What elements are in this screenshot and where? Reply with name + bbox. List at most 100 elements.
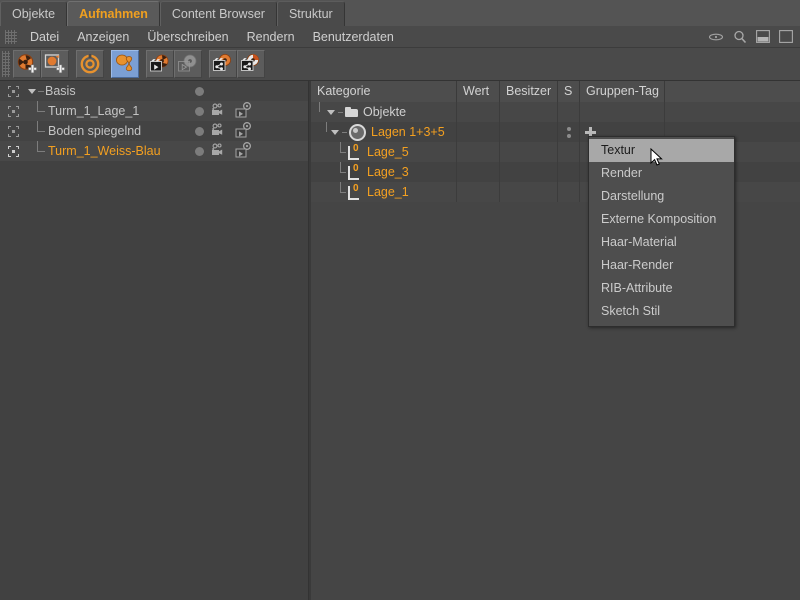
menu-item-rib-attribute[interactable]: RIB-Attribute [589, 277, 734, 300]
eye-icon[interactable] [708, 31, 724, 43]
take-row-icons [210, 141, 282, 161]
menu-item-render[interactable]: Render [589, 162, 734, 185]
overrides-row-kategorie-cell[interactable]: 0 Lage_1 [311, 182, 457, 202]
magnifier-icon[interactable] [733, 30, 747, 44]
overrides-row-label: Lagen 1+3+5 [371, 125, 445, 139]
circle-dot-icon [195, 87, 204, 96]
overrides-row-besitzer-cell[interactable] [500, 142, 558, 162]
toolbar-grip-handle[interactable] [2, 51, 10, 77]
render-settings-override-icon[interactable] [235, 122, 255, 141]
take-override-icon [349, 124, 366, 141]
menu-item-sketch-stil[interactable]: Sketch Stil [589, 300, 734, 323]
overrides-row-kategorie-cell[interactable]: Objekte [311, 102, 457, 122]
menu-bar: Datei Anzeigen Überschreiben Rendern Ben… [0, 26, 800, 48]
chevron-down-icon [28, 89, 36, 94]
overrides-row-wert-cell[interactable] [457, 102, 500, 122]
column-header-besitzer[interactable]: Besitzer [500, 81, 558, 102]
menu-item-textur[interactable]: Textur [589, 139, 734, 162]
take-render-icon-button[interactable] [146, 50, 174, 78]
menu-grip-handle[interactable] [5, 30, 17, 44]
take-active-dot[interactable] [186, 81, 212, 101]
overrides-row-kategorie-cell[interactable]: 0 Lage_5 [311, 142, 457, 162]
overrides-row-kategorie-cell[interactable]: 0 Lage_3 [311, 162, 457, 182]
expander-objekte[interactable] [325, 110, 336, 115]
add-render-setting-icon-button[interactable] [13, 50, 41, 78]
overrides-row-besitzer-cell[interactable] [500, 182, 558, 202]
tab-aufnahmen[interactable]: Aufnahmen [67, 1, 160, 26]
layer-zero-icon: 0 [348, 166, 362, 179]
overrides-row-s-cell[interactable] [558, 142, 580, 162]
overrides-row-objekte[interactable]: Objekte [311, 102, 800, 122]
take-marker-icon-cell[interactable] [0, 86, 26, 97]
takes-row-turm-1-weiss-blau[interactable]: Turm_1_Weiss-Blau [0, 141, 308, 161]
overrides-row-wert-cell[interactable] [457, 162, 500, 182]
tab-struktur[interactable]: Struktur [277, 1, 345, 26]
render-settings-override-icon[interactable] [235, 102, 255, 121]
menu-item-haar-render[interactable]: Haar-Render [589, 254, 734, 277]
take-share-icon-button[interactable] [209, 50, 237, 78]
toolbar-group-4 [146, 50, 202, 78]
override-group-icon-button[interactable] [111, 50, 139, 78]
take-active-dot[interactable] [186, 141, 212, 161]
overrides-row-wert-cell[interactable] [457, 182, 500, 202]
overrides-row-besitzer-cell[interactable] [500, 102, 558, 122]
camera-override-icon[interactable] [210, 123, 228, 140]
takes-row-boden-spiegelnd[interactable]: Boden spiegelnd [0, 121, 308, 141]
camera-override-icon[interactable] [210, 143, 228, 160]
take-marker-icon [8, 126, 19, 137]
overrides-row-wert-cell[interactable] [457, 142, 500, 162]
takes-expander-basis[interactable] [26, 89, 38, 94]
overrides-row-label: Lage_1 [367, 185, 409, 199]
menu-item-externe-komposition[interactable]: Externe Komposition [589, 208, 734, 231]
menu-anzeigen[interactable]: Anzeigen [68, 27, 138, 47]
camera-override-icon[interactable] [210, 103, 228, 120]
overrides-row-wert-cell[interactable] [457, 122, 500, 142]
take-marker-icon-cell[interactable] [0, 106, 26, 117]
overrides-row-s-cell[interactable] [558, 182, 580, 202]
overrides-row-kategorie-cell[interactable]: Lagen 1+3+5 [311, 122, 457, 142]
layout-split-icon[interactable] [756, 30, 770, 43]
take-active-dot[interactable] [186, 121, 212, 141]
takes-panel: Basis Turm_1_Lage_1 [0, 81, 308, 600]
takes-row-label: Basis [45, 84, 308, 98]
tab-objekte[interactable]: Objekte [0, 1, 67, 26]
takes-row-turm-1-lage-1[interactable]: Turm_1_Lage_1 [0, 101, 308, 121]
menu-rendern[interactable]: Rendern [238, 27, 304, 47]
menu-ueberschreiben[interactable]: Überschreiben [138, 27, 237, 47]
menu-datei[interactable]: Datei [21, 27, 68, 47]
take-marker-icon-cell[interactable] [0, 126, 26, 137]
overrides-row-label: Objekte [363, 105, 406, 119]
column-header-gruppen-tag[interactable]: Gruppen-Tag [580, 81, 665, 102]
menu-item-darstellung[interactable]: Darstellung [589, 185, 734, 208]
column-header-s[interactable]: S [558, 81, 580, 102]
expander-lagen[interactable] [329, 130, 340, 135]
chevron-down-icon [331, 130, 339, 135]
overrides-row-gruppen-tag-cell[interactable] [580, 102, 665, 122]
overrides-row-s-cell[interactable] [558, 102, 580, 122]
overrides-row-s-cell[interactable] [558, 162, 580, 182]
application-window: Objekte Aufnahmen Content Browser Strukt… [0, 0, 800, 600]
auto-take-icon-button[interactable] [76, 50, 104, 78]
render-settings-override-icon[interactable] [235, 142, 255, 161]
overrides-row-besitzer-cell[interactable] [500, 162, 558, 182]
take-ghost-icon-button[interactable] [174, 50, 202, 78]
add-camera-take-icon-button[interactable] [41, 50, 69, 78]
column-header-kategorie[interactable]: Kategorie [311, 81, 457, 102]
tab-content-browser[interactable]: Content Browser [160, 1, 277, 26]
column-header-wert[interactable]: Wert [457, 81, 500, 102]
toolbar-group-5 [209, 50, 265, 78]
takes-row-basis[interactable]: Basis [0, 81, 308, 101]
overrides-row-blank-cell[interactable] [665, 102, 800, 122]
take-active-dot[interactable] [186, 101, 212, 121]
take-share-all-icon-button[interactable] [237, 50, 265, 78]
take-marker-icon-cell[interactable] [0, 146, 26, 157]
menu-benutzerdaten[interactable]: Benutzerdaten [304, 27, 403, 47]
vertical-dots-icon [567, 127, 571, 138]
overrides-row-besitzer-cell[interactable] [500, 122, 558, 142]
menu-item-haar-material[interactable]: Haar-Material [589, 231, 734, 254]
column-header-blank[interactable] [665, 81, 800, 102]
tree-line [342, 132, 347, 133]
layout-single-icon[interactable] [779, 30, 793, 43]
tree-indent [26, 101, 48, 121]
overrides-row-s-cell[interactable] [558, 122, 580, 142]
